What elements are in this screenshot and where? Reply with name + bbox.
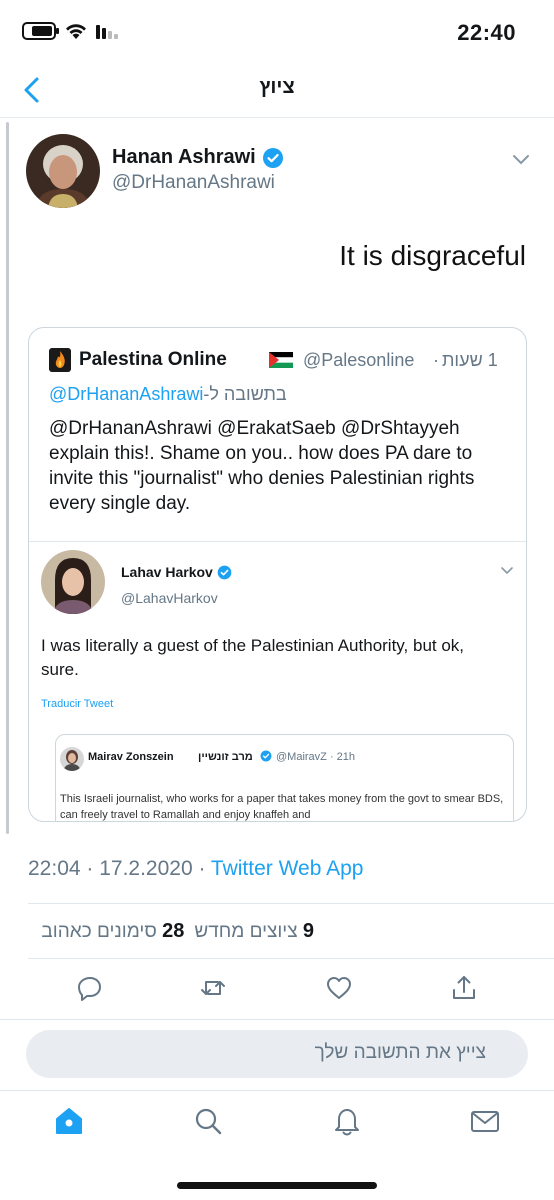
status-bar: 22:40 xyxy=(0,0,554,62)
quoted-author-name[interactable]: Palestina Online xyxy=(79,349,227,371)
quoted-time: 1 שעות xyxy=(442,350,498,370)
author-name-row: Hanan Ashrawi xyxy=(112,146,284,169)
nested-avatar[interactable] xyxy=(60,747,84,771)
nested-author-handle[interactable]: @MairavZ · 21h xyxy=(276,751,355,763)
inner-author-row: Lahav Harkov xyxy=(121,564,232,580)
quoted-tweet-text: @DrHananAshrawi @ErakatSaeb @DrShtayyeh … xyxy=(49,418,475,514)
home-indicator[interactable] xyxy=(177,1182,377,1189)
signal-icon xyxy=(96,25,118,39)
divider xyxy=(0,1019,554,1020)
battery-icon xyxy=(22,22,59,40)
status-time: 22:40 xyxy=(457,20,516,45)
scroll-indicator[interactable] xyxy=(6,122,9,834)
tweet-timestamp: 22:04 · 17.2.2020 · Twitter Web App xyxy=(28,857,363,881)
retweets-label: ציוצים מחדש xyxy=(194,921,298,942)
quoted-tweet-header: Palestina Online @Palesonline · 1 שעות xyxy=(49,348,506,374)
notifications-icon[interactable] xyxy=(331,1105,363,1137)
nested-tweet-text: This Israeli journalist, who works for a… xyxy=(60,793,504,821)
share-icon[interactable] xyxy=(450,974,478,1002)
inner-tweet-text: I was literally a guest of the Palestini… xyxy=(41,636,465,679)
nav-header: ציוץ xyxy=(0,62,554,118)
tweet-text: It is disgraceful xyxy=(339,240,526,271)
tab-bar-divider xyxy=(0,1090,554,1091)
retweets-stat[interactable]: 9 ציוצים מחדש xyxy=(194,920,314,943)
replying-to: @DrHananAshrawiבתשובה ל- xyxy=(49,384,287,405)
palestine-flag-icon xyxy=(269,352,293,368)
battery-fill xyxy=(32,26,52,36)
reply-placeholder: צייץ את התשובה שלך xyxy=(314,1042,486,1063)
search-icon[interactable] xyxy=(192,1105,224,1137)
home-icon[interactable] xyxy=(53,1105,85,1137)
separator-dot: · xyxy=(433,350,439,370)
wifi-icon xyxy=(66,24,86,39)
page-title: ציוץ xyxy=(259,76,295,98)
verified-icon xyxy=(217,565,232,579)
chevron-down-icon[interactable] xyxy=(499,562,515,578)
reply-input[interactable]: צייץ את התשובה שלך xyxy=(26,1030,528,1078)
avatar[interactable] xyxy=(26,134,100,208)
messages-icon[interactable] xyxy=(469,1105,501,1137)
verified-icon xyxy=(260,750,272,762)
source-app-link[interactable]: Twitter Web App xyxy=(211,857,364,880)
chevron-down-icon[interactable] xyxy=(510,148,532,170)
inner-author-name[interactable]: Lahav Harkov xyxy=(121,564,213,580)
timestamp-text: 22:04 · 17.2.2020 · xyxy=(28,857,211,880)
reply-prefix: בתשובה ל- xyxy=(203,384,287,404)
likes-label: סימונים כאהוב xyxy=(41,921,157,942)
verified-icon xyxy=(262,147,283,168)
nested-quoted-tweet[interactable]: Mairav Zonszein מרב זונשיין @MairavZ · 2… xyxy=(55,734,514,821)
quoted-author-handle[interactable]: @Palesonline xyxy=(303,350,414,371)
flame-avatar-icon xyxy=(49,348,71,372)
reply-handle[interactable]: @DrHananAshrawi xyxy=(49,384,203,404)
nested-author-name[interactable]: Mairav Zonszein xyxy=(88,751,174,763)
embedded-tweet[interactable]: Lahav Harkov @LahavHarkov I was literall… xyxy=(29,541,526,821)
inner-author-handle[interactable]: @LahavHarkov xyxy=(121,590,218,606)
divider xyxy=(28,958,554,959)
likes-count: 28 xyxy=(162,920,185,942)
status-icons xyxy=(22,22,120,40)
tweet-stats: 9 ציוצים מחדש 28 סימונים כאהוב xyxy=(41,920,314,943)
inner-avatar[interactable] xyxy=(41,550,105,614)
author-name[interactable]: Hanan Ashrawi xyxy=(112,146,256,169)
retweet-icon[interactable] xyxy=(199,974,227,1002)
nested-author-name-he: מרב זונשיין xyxy=(198,751,253,763)
author-handle[interactable]: @DrHananAshrawi xyxy=(112,172,275,194)
translate-link[interactable]: Traducir Tweet xyxy=(41,698,113,710)
reply-icon[interactable] xyxy=(76,974,104,1002)
like-icon[interactable] xyxy=(325,974,353,1002)
likes-stat[interactable]: 28 סימונים כאהוב xyxy=(41,920,184,943)
retweets-count: 9 xyxy=(302,920,314,942)
quoted-tweet[interactable]: Palestina Online @Palesonline · 1 שעות @… xyxy=(28,327,527,822)
divider xyxy=(28,903,554,904)
